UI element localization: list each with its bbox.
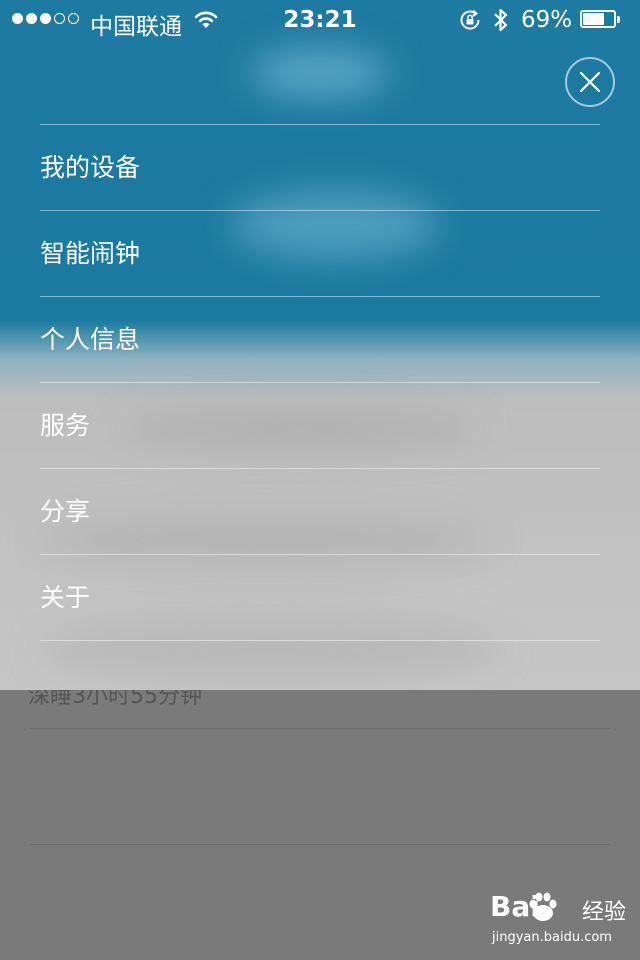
- close-icon: [579, 71, 601, 93]
- baidu-paw-icon: [529, 892, 557, 921]
- bluetooth-icon: [494, 8, 508, 32]
- side-menu: 我的设备 智能闹钟 个人信息 服务 分享 关于: [40, 124, 600, 641]
- battery-icon: [580, 10, 620, 30]
- blurred-backdrop: [250, 48, 390, 98]
- rotation-lock-icon: [460, 9, 480, 30]
- watermark-jingyan-text: 经验: [582, 900, 627, 925]
- background-divider: [30, 728, 610, 729]
- battery-percentage: 69%: [521, 7, 573, 33]
- menu-item-smart-alarm[interactable]: 智能闹钟: [40, 211, 600, 297]
- menu-item-service[interactable]: 服务: [40, 383, 600, 469]
- watermark-url: jingyan.baidu.com: [492, 930, 612, 945]
- close-button[interactable]: [565, 57, 615, 107]
- menu-item-about[interactable]: 关于: [40, 555, 600, 641]
- baidu-jingyan-watermark: Bai 经验 jingyan.baidu.com: [490, 890, 630, 950]
- menu-item-share[interactable]: 分享: [40, 469, 600, 555]
- menu-item-personal-info[interactable]: 个人信息: [40, 297, 600, 383]
- status-bar: 中国联通 23:21 69%: [0, 0, 640, 40]
- background-divider: [30, 844, 610, 845]
- menu-item-my-devices[interactable]: 我的设备: [40, 125, 600, 211]
